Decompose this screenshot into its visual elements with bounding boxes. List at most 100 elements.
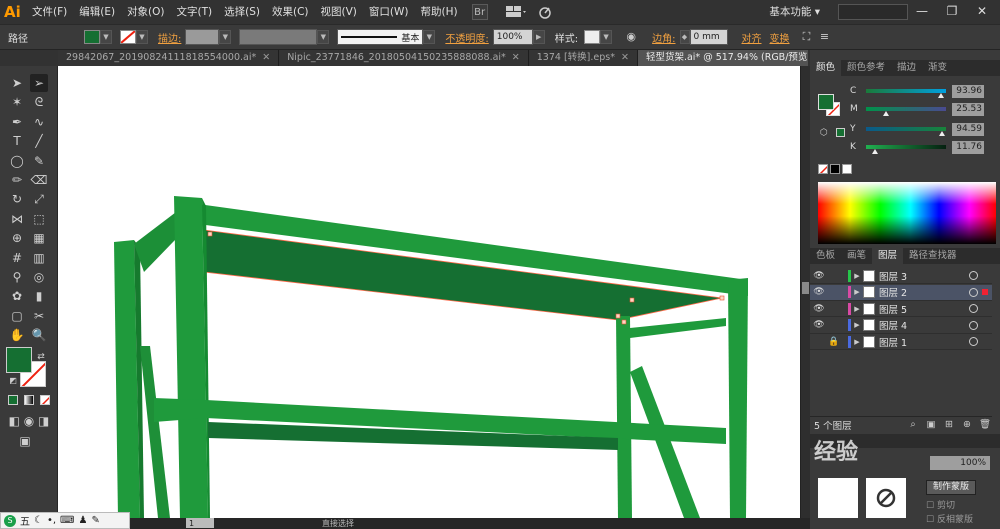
expand-triangle-icon[interactable]: ▶ xyxy=(851,338,863,346)
brush-definition-select[interactable]: 基本 xyxy=(337,29,424,45)
transform-link[interactable]: 变换 xyxy=(766,30,794,45)
yellow-value[interactable]: 94.59 xyxy=(952,122,984,136)
stroke-label[interactable]: 描边: xyxy=(154,30,185,45)
artboard-canvas[interactable] xyxy=(58,66,800,518)
invert-mask-checkbox[interactable]: ☐ 反相蒙版 xyxy=(926,512,973,525)
magic-wand-tool-icon[interactable]: ✶ xyxy=(8,93,26,111)
isolate-selection-icon[interactable]: ⛶ xyxy=(798,29,816,45)
blend-tool-icon[interactable]: ◎ xyxy=(30,268,48,286)
cyan-slider-knob[interactable] xyxy=(938,93,945,98)
black-slider-knob[interactable] xyxy=(872,149,879,154)
bridge-icon[interactable]: Br xyxy=(471,4,488,20)
ellipse-tool-icon[interactable]: ◯ xyxy=(8,152,26,170)
new-sublayer-icon[interactable]: ⊞ xyxy=(942,419,956,430)
perspective-grid-tool-icon[interactable]: ▦ xyxy=(30,229,48,247)
selection-indicator[interactable] xyxy=(982,306,988,312)
drawing-modes-icon[interactable]: ◧ ◉ ◨ xyxy=(8,412,50,430)
tab-color[interactable]: 颜色 xyxy=(810,60,842,76)
default-colors-icon[interactable]: ◩ xyxy=(4,372,22,390)
magenta-slider-knob[interactable] xyxy=(883,111,890,116)
visibility-eye-icon[interactable]: 👁 xyxy=(810,271,828,281)
corner-radius-input[interactable]: 0 mm xyxy=(689,29,728,45)
layer-name[interactable]: 图层 3 xyxy=(879,269,969,283)
arrange-documents-icon[interactable] xyxy=(502,4,530,20)
artboard-tool-icon[interactable]: ▢ xyxy=(8,307,26,325)
tab-pathfinder[interactable]: 路径查找器 xyxy=(903,248,963,264)
layer-row[interactable]: 👁 ▶ 图层 2 xyxy=(810,284,992,301)
layer-target-icon[interactable] xyxy=(969,271,978,280)
eraser-tool-icon[interactable]: ⌫ xyxy=(30,171,48,189)
layer-name[interactable]: 图层 1 xyxy=(879,335,969,349)
line-tool-icon[interactable]: ╱ xyxy=(30,132,48,150)
layer-row[interactable]: 👁 ▶ 图层 5 xyxy=(810,301,992,317)
stroke-weight-input[interactable] xyxy=(185,29,220,45)
magenta-value[interactable]: 25.53 xyxy=(952,102,984,116)
rotate-tool-icon[interactable]: ↻ xyxy=(8,190,26,208)
variable-width-profile-select[interactable] xyxy=(239,29,318,45)
status-tool-name[interactable]: 直接选择 xyxy=(322,518,354,529)
paintbrush-tool-icon[interactable]: ✎ xyxy=(30,152,48,170)
scale-tool-icon[interactable]: ⤢ xyxy=(30,190,48,208)
menu-object[interactable]: 对象(O) xyxy=(121,0,170,24)
align-link[interactable]: 对齐 xyxy=(738,30,766,45)
tab-stroke[interactable]: 描边 xyxy=(891,60,922,76)
expand-triangle-icon[interactable]: ▶ xyxy=(851,321,863,329)
screen-mode-icon[interactable]: ▣ xyxy=(16,432,34,450)
opacity-input[interactable]: 100% xyxy=(492,29,533,45)
graphic-style-swatch[interactable] xyxy=(584,30,601,44)
scrollbar-thumb[interactable] xyxy=(802,282,809,294)
visibility-eye-icon[interactable]: 👁 xyxy=(810,320,828,330)
menu-window[interactable]: 窗口(W) xyxy=(363,0,415,24)
transparency-opacity-input[interactable]: 100% xyxy=(930,456,990,470)
anchor-point[interactable] xyxy=(629,297,635,303)
menu-help[interactable]: 帮助(H) xyxy=(415,0,464,24)
free-transform-tool-icon[interactable]: ⬚ xyxy=(30,210,48,228)
fill-dropdown-icon[interactable]: ▼ xyxy=(100,30,112,44)
eyedropper-tool-icon[interactable]: ⚲ xyxy=(8,268,26,286)
anchor-point[interactable] xyxy=(621,319,627,325)
layer-name[interactable]: 图层 5 xyxy=(879,302,969,316)
new-layer-icon[interactable]: ⊕ xyxy=(960,419,974,430)
tab-swatches[interactable]: 色板 xyxy=(810,248,841,264)
menu-type[interactable]: 文字(T) xyxy=(171,0,219,24)
close-button[interactable]: ✕ xyxy=(968,0,996,24)
tab-close-icon[interactable]: ✕ xyxy=(512,52,520,63)
menu-edit[interactable]: 编辑(E) xyxy=(73,0,121,24)
make-mask-button[interactable]: 制作蒙版 xyxy=(926,480,977,495)
layer-name[interactable]: 图层 4 xyxy=(879,318,969,332)
lasso-tool-icon[interactable]: ᘓ xyxy=(30,93,48,111)
expand-triangle-icon[interactable]: ▶ xyxy=(851,288,863,296)
help-search-input[interactable] xyxy=(838,4,908,20)
tab-close-icon[interactable]: ✕ xyxy=(262,52,270,63)
color-spectrum[interactable] xyxy=(818,182,996,244)
curvature-tool-icon[interactable]: ∿ xyxy=(30,113,48,131)
menu-view[interactable]: 视图(V) xyxy=(315,0,363,24)
stroke-color-swatch[interactable] xyxy=(120,30,136,44)
layer-row[interactable]: 👁 ▶ 图层 3 xyxy=(810,268,992,284)
ime-moon-icon[interactable]: ☾ xyxy=(34,515,43,526)
ime-mode[interactable]: 五 xyxy=(20,513,30,528)
shape-builder-tool-icon[interactable]: ⊕ xyxy=(8,229,26,247)
tab-brushes[interactable]: 画笔 xyxy=(841,248,872,264)
menu-select[interactable]: 选择(S) xyxy=(218,0,266,24)
web-color-swatch[interactable] xyxy=(836,128,845,137)
corner-stepper-icon[interactable]: ◆ xyxy=(679,30,690,44)
none-mode-icon[interactable] xyxy=(36,392,54,410)
menu-effect[interactable]: 效果(C) xyxy=(266,0,315,24)
black-value[interactable]: 11.76 xyxy=(952,140,984,154)
ime-settings-icon[interactable]: ✎ xyxy=(91,515,99,526)
expand-triangle-icon[interactable]: ▶ xyxy=(851,272,863,280)
type-tool-icon[interactable]: T xyxy=(8,132,26,150)
profile-dropdown-icon[interactable]: ▼ xyxy=(317,30,330,44)
corner-label[interactable]: 边角: xyxy=(648,30,679,45)
tab-color-guide[interactable]: 颜色参考 xyxy=(841,60,891,76)
yellow-slider-knob[interactable] xyxy=(938,131,945,136)
style-dropdown-icon[interactable]: ▼ xyxy=(600,30,613,44)
layer-row[interactable]: 🔒 ▶ 图层 1 xyxy=(810,334,992,350)
opacity-label[interactable]: 不透明度: xyxy=(441,30,492,45)
document-tab[interactable]: 29842067_20190824111818554000.ai* ✕ xyxy=(58,50,280,66)
ime-keyboard-icon[interactable]: ⌨ xyxy=(60,515,74,526)
ime-punct-icon[interactable]: •, xyxy=(47,515,56,526)
panel-menu-icon[interactable]: ≡ xyxy=(816,29,834,45)
layer-target-icon[interactable] xyxy=(969,287,978,297)
